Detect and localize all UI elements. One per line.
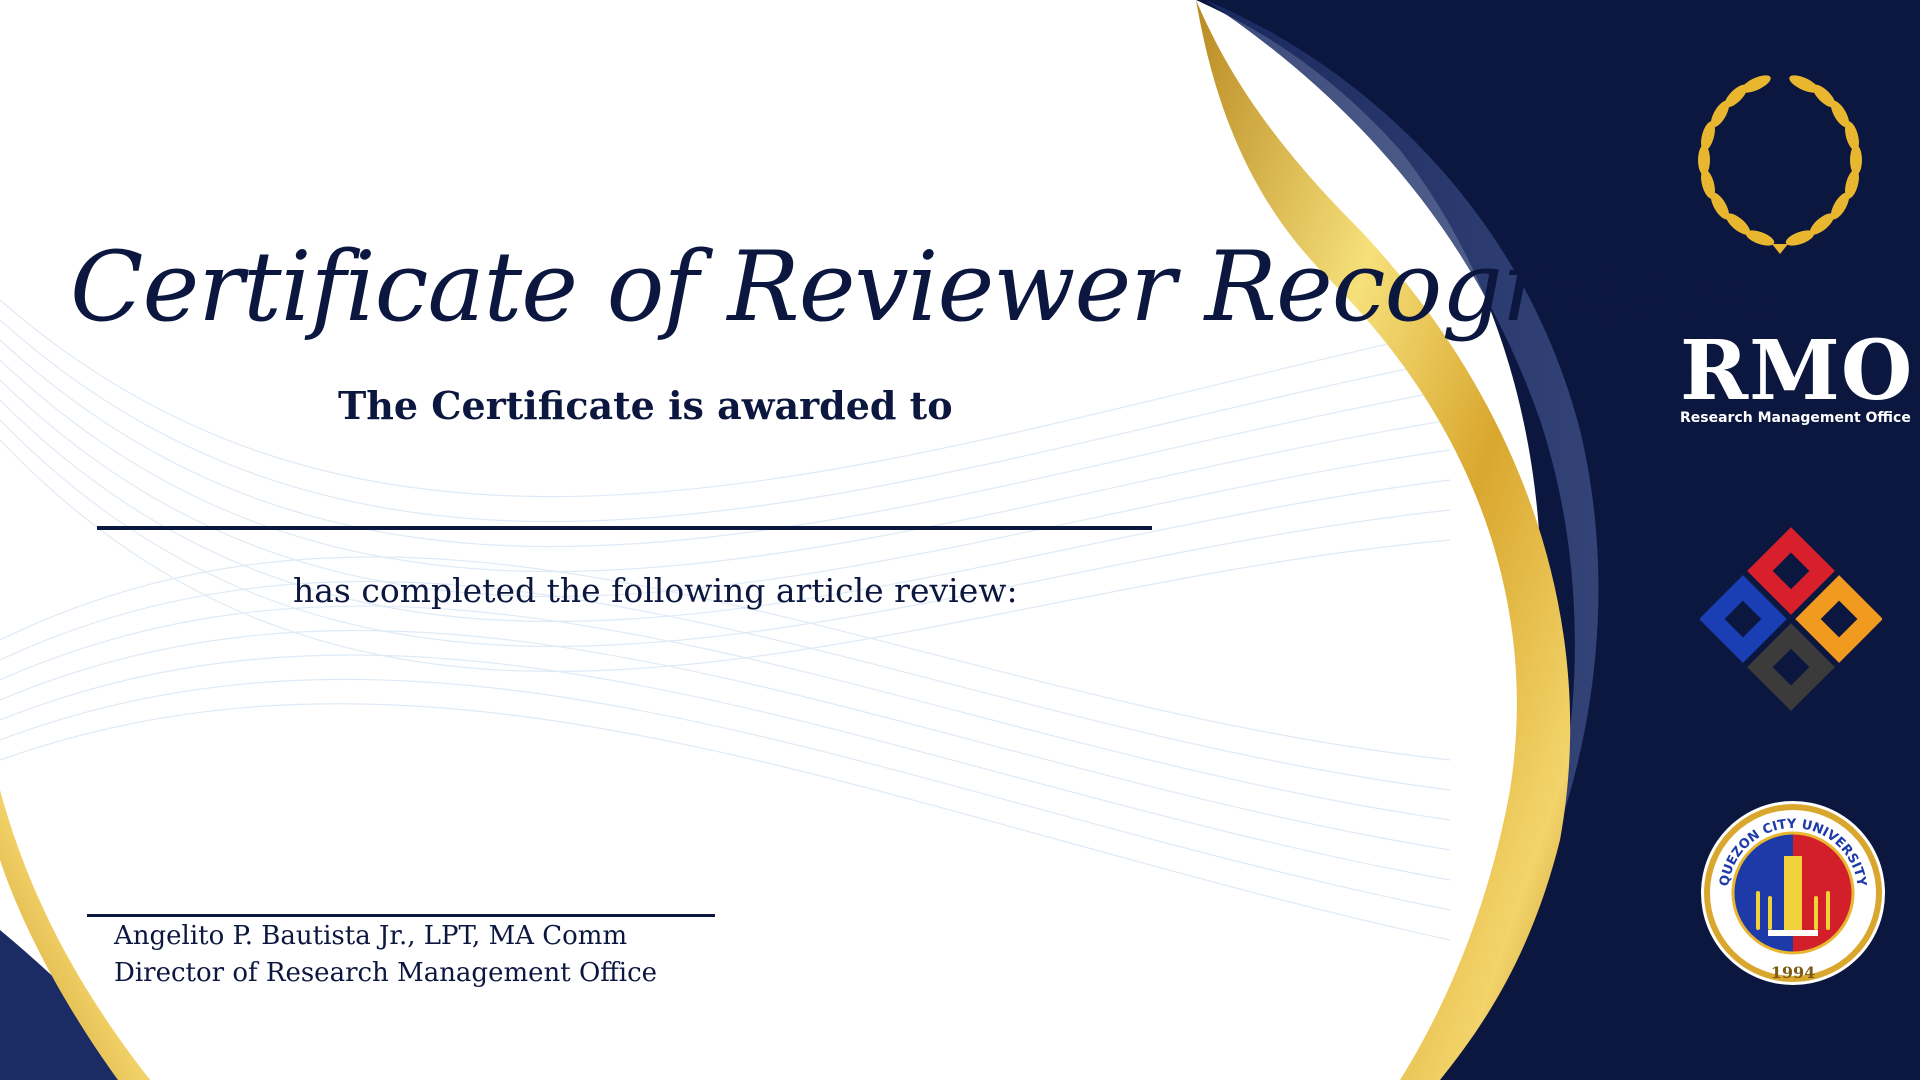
puzzle-logo-icon (1700, 527, 1882, 711)
awarded-text: The Certificate is awarded to (338, 383, 953, 428)
certificate-page: Certificate of Reviewer Recognition The … (0, 0, 1920, 1080)
rmo-acronym: RMO (1680, 323, 1914, 419)
laurel-wreath-icon (1698, 75, 1862, 254)
completed-text: has completed the following article revi… (293, 571, 1018, 610)
university-seal-icon: QUEZON CITY UNIVERSITY 1994 (1701, 801, 1885, 985)
signatory-role: Director of Research Management Office (114, 958, 658, 988)
signatory-name: Angelito P. Bautista Jr., LPT, MA Comm (114, 921, 628, 951)
recipient-name-line (97, 526, 1152, 530)
certificate-title: Certificate of Reviewer Recognition (70, 231, 1778, 343)
seal-year: 1994 (1771, 963, 1816, 982)
rmo-full-name: Research Management Office (1680, 410, 1911, 426)
